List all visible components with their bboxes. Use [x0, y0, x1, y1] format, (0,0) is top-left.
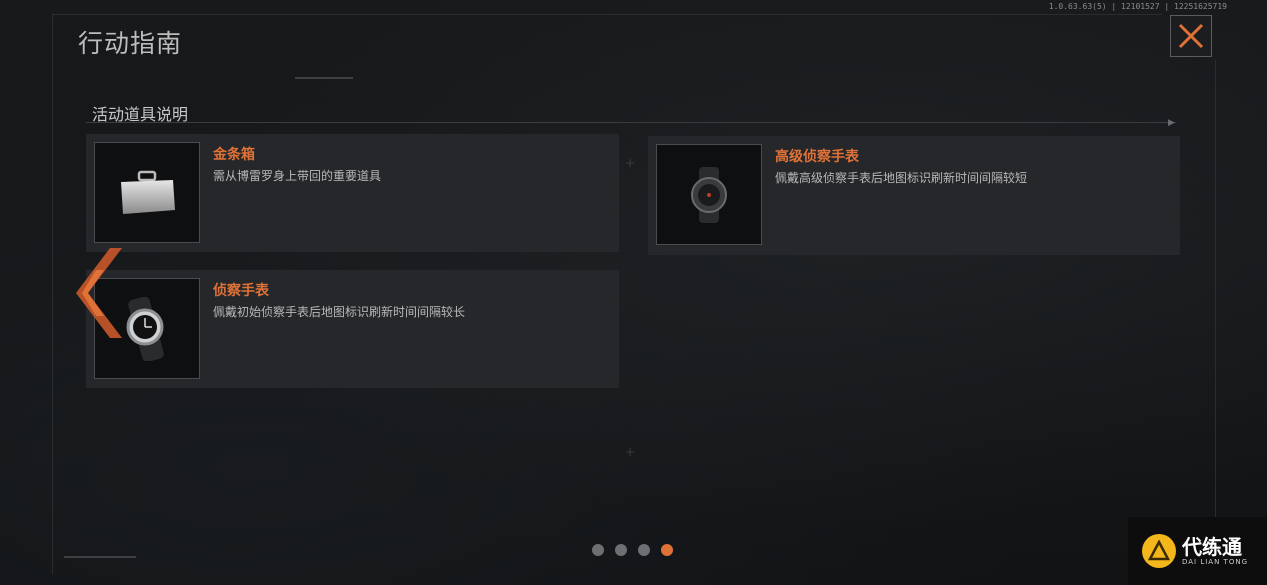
watermark-logo: 代练通 DAI LIAN TONG: [1128, 517, 1267, 585]
close-icon: [1178, 23, 1204, 49]
frame-right-line: [1215, 60, 1216, 520]
item-description: 需从博雷罗身上带回的重要道具: [213, 169, 382, 183]
item-name: 高级侦察手表: [775, 149, 859, 165]
logo-mark-icon: [1142, 534, 1176, 568]
page-dot[interactable]: [592, 544, 604, 556]
item-name: 侦察手表: [213, 283, 269, 299]
page-dot-active[interactable]: [661, 544, 673, 556]
frame-accent-line: [295, 77, 353, 79]
crosshair-mark: +: [625, 156, 636, 170]
item-description: 佩戴初始侦察手表后地图标识刷新时间间隔较长: [213, 305, 466, 319]
page-title: 行动指南: [78, 29, 183, 58]
section-divider: [86, 122, 1176, 123]
watch-icon: [691, 166, 727, 223]
version-label: 1.0.63.63(5) | 12101527 | 12251625719: [1048, 2, 1227, 11]
item-thumbnail: [656, 144, 762, 245]
frame-bottom-accent: [64, 556, 136, 558]
selected-chevron-icon: [76, 248, 122, 338]
logo-glyph-icon: [1148, 540, 1170, 561]
close-button[interactable]: [1170, 15, 1212, 57]
item-card-scout-watch[interactable]: 侦察手表 佩戴初始侦察手表后地图标识刷新时间间隔较长: [86, 270, 619, 388]
crosshair-mark: +: [625, 445, 636, 459]
page-dot[interactable]: [615, 544, 627, 556]
logo-text-en: DAI LIAN TONG: [1182, 558, 1249, 566]
frame-top-line: [52, 14, 1162, 15]
item-card-advanced-scout-watch[interactable]: 高级侦察手表 佩戴高级侦察手表后地图标识刷新时间间隔较短: [648, 136, 1180, 255]
briefcase-icon: [121, 170, 175, 214]
item-description: 佩戴高级侦察手表后地图标识刷新时间间隔较短: [775, 171, 1028, 185]
frame-left-line: [52, 14, 53, 574]
item-card-gold-box[interactable]: 金条箱 需从博雷罗身上带回的重要道具: [86, 134, 619, 252]
item-name: 金条箱: [213, 147, 255, 163]
logo-text-cn: 代练通: [1182, 535, 1242, 559]
section-arrow-icon: ▶: [1168, 118, 1175, 128]
page-dot[interactable]: [638, 544, 650, 556]
pagination-dots: [592, 544, 673, 556]
item-thumbnail: [94, 142, 200, 243]
watch-icon: [126, 296, 164, 361]
